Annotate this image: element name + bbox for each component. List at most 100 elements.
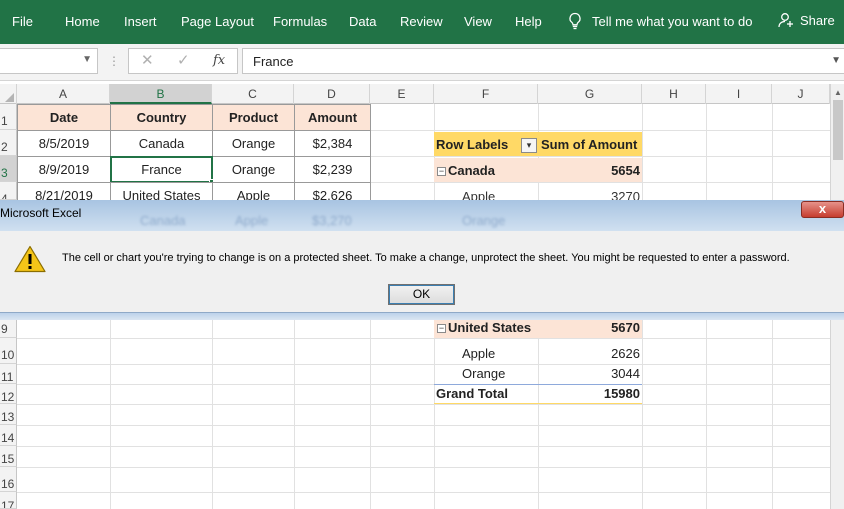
tab-review[interactable]: Review xyxy=(400,14,443,29)
dialog-title-bar[interactable]: Canada Apple $3,270 Orange xyxy=(0,200,844,231)
enter-check-icon[interactable]: ✓ xyxy=(177,51,190,69)
table-cell[interactable]: Orange xyxy=(212,130,295,157)
active-cell[interactable]: France xyxy=(110,156,213,183)
pivot-group-value[interactable]: 5654 xyxy=(538,158,642,182)
pivot-item-value[interactable]: 3270 xyxy=(538,184,642,200)
person-icon xyxy=(778,13,793,28)
pivot-group-canada[interactable]: − Canada xyxy=(434,158,538,182)
pivot-group-label: Canada xyxy=(448,163,495,178)
blurred-text: Apple xyxy=(235,213,269,228)
row-header-2[interactable]: 2 xyxy=(0,130,17,156)
col-header-a[interactable]: A xyxy=(17,84,110,104)
gridline xyxy=(17,338,830,339)
tell-me-box[interactable]: Tell me what you want to do xyxy=(568,12,752,30)
formula-input[interactable]: France ▼ xyxy=(242,48,844,74)
pivot-item-label[interactable]: Orange xyxy=(462,366,538,384)
chevron-down-icon[interactable]: ▼ xyxy=(82,54,92,65)
pivot-group-united-states[interactable]: − United States xyxy=(434,320,538,338)
collapse-icon[interactable]: − xyxy=(437,324,446,333)
lightbulb-icon xyxy=(569,12,581,30)
row-header-4[interactable]: 4 xyxy=(0,182,17,200)
row-header-15[interactable]: 15 xyxy=(0,446,17,467)
gridline xyxy=(17,384,830,385)
tab-page-layout[interactable]: Page Layout xyxy=(181,14,254,29)
dialog-close-button[interactable]: x xyxy=(801,201,844,218)
warning-icon xyxy=(14,245,46,273)
col-header-j[interactable]: J xyxy=(772,84,830,104)
row-header-9[interactable]: 9 xyxy=(0,320,17,338)
insert-function-button[interactable]: fx xyxy=(213,53,225,68)
collapse-icon[interactable]: − xyxy=(437,167,446,176)
row-header-13[interactable]: 13 xyxy=(0,404,17,425)
ribbon: File Home Insert Page Layout Formulas Da… xyxy=(0,0,844,44)
table-header-country[interactable]: Country xyxy=(110,104,213,131)
share-button[interactable]: Share xyxy=(778,12,835,28)
tab-help[interactable]: Help xyxy=(515,14,542,29)
table-header-amount[interactable]: Amount xyxy=(294,104,371,131)
row-header-12[interactable]: 12 xyxy=(0,384,17,404)
gridline xyxy=(17,404,830,405)
pivot-sum-header[interactable]: Sum of Amount xyxy=(538,132,642,156)
share-label: Share xyxy=(800,12,835,28)
pivot-grand-total-value[interactable]: 15980 xyxy=(538,384,642,404)
blurred-text: Canada xyxy=(140,213,186,228)
table-cell[interactable]: United States xyxy=(110,182,213,200)
col-header-i[interactable]: I xyxy=(706,84,772,104)
table-header-product[interactable]: Product xyxy=(212,104,295,131)
tab-file[interactable]: File xyxy=(12,14,33,29)
table-cell[interactable]: Apple xyxy=(212,182,295,200)
row-header-11[interactable]: 11 xyxy=(0,364,17,384)
row-header-3[interactable]: 3 xyxy=(0,156,17,182)
tab-insert[interactable]: Insert xyxy=(124,14,157,29)
col-header-d[interactable]: D xyxy=(294,84,370,104)
pivot-item-value[interactable]: 3044 xyxy=(538,366,642,384)
table-cell[interactable]: Orange xyxy=(212,156,295,183)
pivot-grand-total-label[interactable]: Grand Total xyxy=(434,384,538,404)
scroll-up-icon[interactable]: ▲ xyxy=(834,88,842,97)
scroll-thumb[interactable] xyxy=(833,100,843,160)
filter-sort-icon[interactable]: ▾ xyxy=(521,138,537,153)
table-cell[interactable]: $2,384 xyxy=(294,130,371,157)
col-header-c[interactable]: C xyxy=(212,84,294,104)
pivot-item-label[interactable]: Apple xyxy=(462,346,538,364)
col-header-h[interactable]: H xyxy=(642,84,706,104)
gridline xyxy=(17,467,830,468)
blurred-text: Orange xyxy=(462,213,506,228)
tab-view[interactable]: View xyxy=(464,14,492,29)
ok-button[interactable]: OK xyxy=(388,284,455,305)
dialog-frame-bottom xyxy=(0,313,844,320)
table-header-date[interactable]: Date xyxy=(17,104,111,131)
name-box[interactable]: ▼ xyxy=(0,48,98,74)
table-cell[interactable]: $2,626 xyxy=(294,182,371,200)
table-cell[interactable]: 8/9/2019 xyxy=(17,156,111,183)
vertical-dots-icon: ⋮ xyxy=(108,54,120,68)
row-header-17[interactable]: 17 xyxy=(0,492,17,509)
table-cell[interactable]: 8/5/2019 xyxy=(17,130,111,157)
table-cell[interactable]: $2,239 xyxy=(294,156,371,183)
pivot-item-value[interactable]: 2626 xyxy=(538,346,642,364)
table-cell[interactable]: 8/21/2019 xyxy=(17,182,111,200)
column-headers: A B C D E F G H I J xyxy=(0,84,830,104)
tab-formulas[interactable]: Formulas xyxy=(273,14,327,29)
col-header-e[interactable]: E xyxy=(370,84,434,104)
expand-formula-bar-icon[interactable]: ▼ xyxy=(831,55,841,66)
col-header-b[interactable]: B xyxy=(110,84,212,104)
pivot-item-label[interactable]: Apple xyxy=(462,184,538,200)
tab-home[interactable]: Home xyxy=(65,14,100,29)
gridline xyxy=(17,364,830,365)
col-header-g[interactable]: G xyxy=(538,84,642,104)
gridline xyxy=(17,425,830,426)
cancel-icon[interactable]: ✕ xyxy=(141,51,154,69)
table-cell[interactable]: Canada xyxy=(110,130,213,157)
formula-buttons: ✕ ✓ fx xyxy=(128,48,238,74)
pivot-group-value[interactable]: 5670 xyxy=(538,320,642,338)
col-header-f[interactable]: F xyxy=(434,84,538,104)
select-all-corner[interactable] xyxy=(0,84,17,104)
row-header-16[interactable]: 16 xyxy=(0,467,17,492)
row-header-14[interactable]: 14 xyxy=(0,425,17,446)
row-header-1[interactable]: 1 xyxy=(0,104,17,130)
tab-data[interactable]: Data xyxy=(349,14,376,29)
formula-bar: ▼ ⋮ ✕ ✓ fx France ▼ xyxy=(0,44,844,81)
dialog-title: Microsoft Excel xyxy=(0,206,82,220)
row-header-10[interactable]: 10 xyxy=(0,338,17,364)
